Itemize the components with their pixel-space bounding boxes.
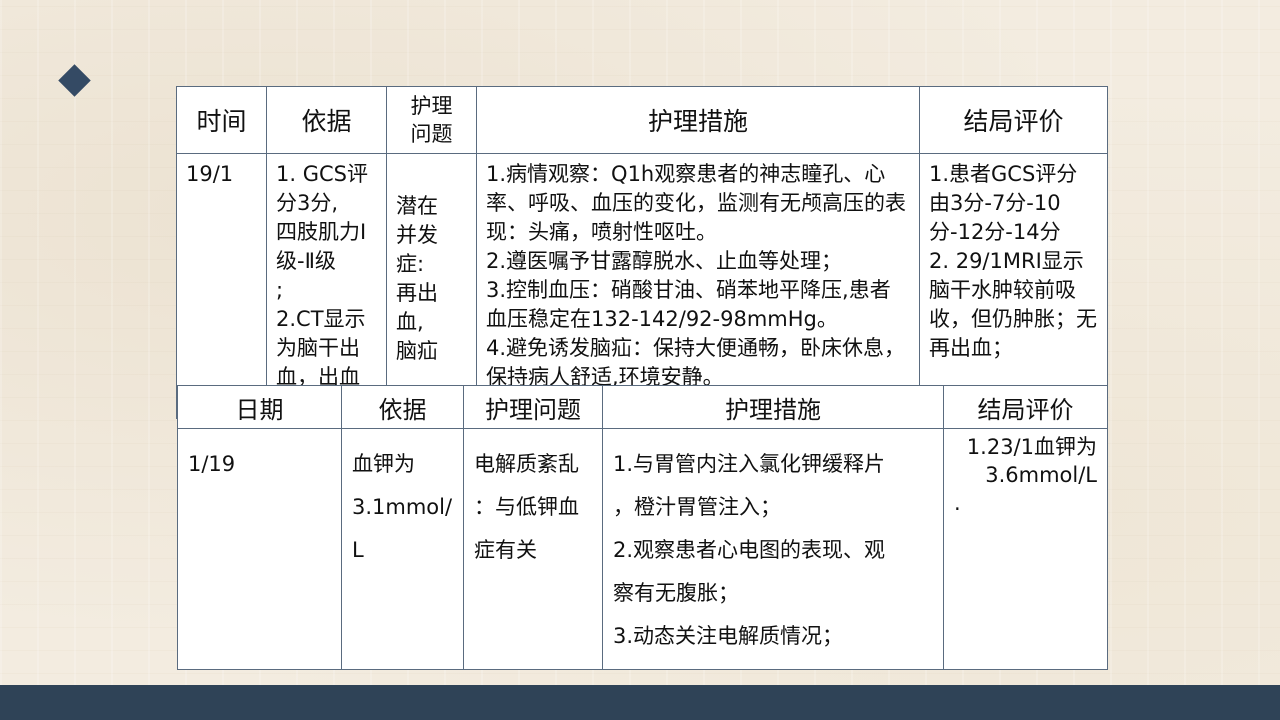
table-header-row: 日期 依据 护理问题 护理措施 结局评价	[177, 385, 1108, 429]
cell-measures: 1.与胃管内注入氯化钾缓释片 ，橙汁胃管注入； 2.观察患者心电图的表现、观 察…	[602, 428, 944, 670]
cell-basis: 血钾为 3.1mmol/ L	[341, 428, 464, 670]
header-measures: 护理措施	[602, 385, 944, 429]
cell-evaluation: 1.23/1血钾为 3.6mmol/L .	[943, 428, 1108, 670]
header-basis: 依据	[266, 86, 387, 154]
cell-problem: 潜在 并发 症: 再出 血, 脑疝	[386, 153, 477, 419]
footer-bar	[0, 685, 1280, 720]
nursing-table-1: 时间 依据 护理 问题 护理措施 结局评价 19/1 1. GCS评分3分, 四…	[176, 86, 1108, 419]
header-measures: 护理措施	[476, 86, 920, 154]
table-header-row: 时间 依据 护理 问题 护理措施 结局评价	[176, 86, 1108, 154]
cell-measures: 1.病情观察：Q1h观察患者的神志瞳孔、心率、呼吸、血压的变化，监测有无颅高压的…	[476, 153, 920, 419]
header-evaluation: 结局评价	[919, 86, 1108, 154]
cell-date: 1/19	[177, 428, 342, 670]
table-row: 1/19 血钾为 3.1mmol/ L 电解质紊乱 ：与低钾血 症有关 1.与胃…	[177, 428, 1108, 670]
cell-problem: 电解质紊乱 ：与低钾血 症有关	[463, 428, 603, 670]
header-time: 时间	[176, 86, 267, 154]
cell-evaluation: 1.患者GCS评分由3分-7分-10分-12分-14分 2. 29/1MRI显示…	[919, 153, 1108, 419]
header-evaluation: 结局评价	[943, 385, 1108, 429]
header-problem: 护理问题	[463, 385, 603, 429]
table-row: 19/1 1. GCS评分3分, 四肢肌力Ⅰ级-Ⅱ级 ; 2.CT显示为脑干出血…	[176, 153, 1108, 419]
header-problem: 护理 问题	[386, 86, 477, 154]
nursing-table-2: 日期 依据 护理问题 护理措施 结局评价 1/19 血钾为 3.1mmol/ L…	[177, 385, 1108, 670]
header-date: 日期	[177, 385, 342, 429]
diamond-bullet-icon	[58, 64, 91, 97]
header-basis: 依据	[341, 385, 464, 429]
cell-basis: 1. GCS评分3分, 四肢肌力Ⅰ级-Ⅱ级 ; 2.CT显示为脑干出血，出血	[266, 153, 387, 419]
cell-time: 19/1	[176, 153, 267, 419]
